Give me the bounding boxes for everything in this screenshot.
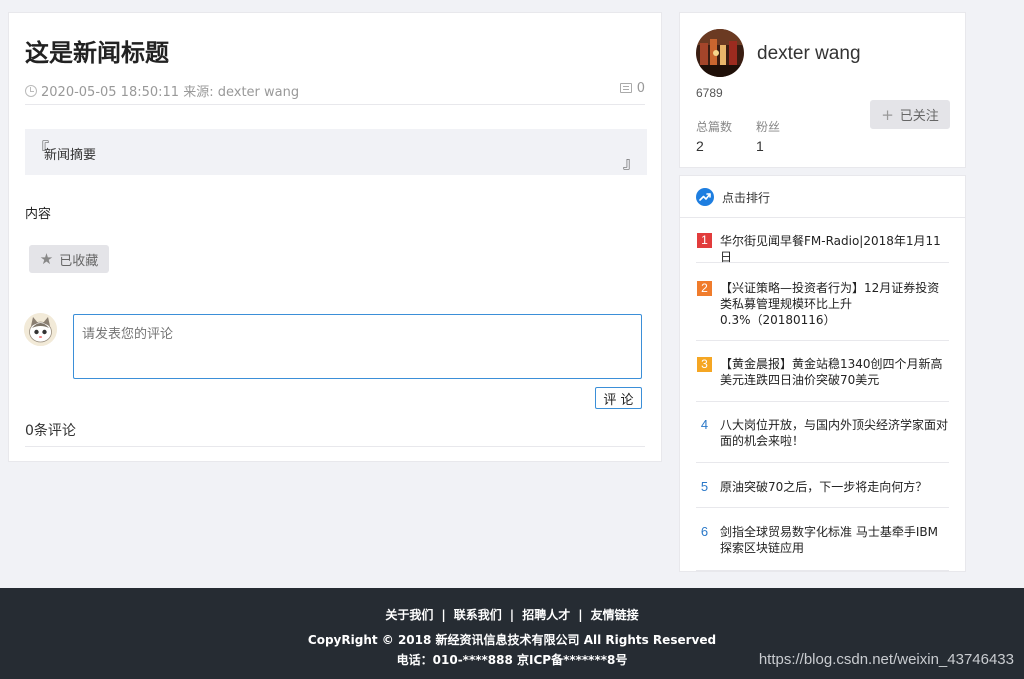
- footer-link-friends[interactable]: 友情链接: [591, 608, 639, 622]
- ranking-title: 点击排行: [722, 191, 771, 205]
- footer-copyright: CopyRight © 2018 新经资讯信息技术有限公司 All Rights…: [307, 633, 717, 647]
- rank-badge: 2: [697, 281, 712, 296]
- article-meta: 2020-05-05 18:50:11 来源: dexter wang 0: [25, 81, 645, 105]
- author-avatar[interactable]: [696, 29, 744, 77]
- article-card: 这是新闻标题 2020-05-05 18:50:11 来源: dexter wa…: [8, 12, 662, 462]
- footer-link-jobs[interactable]: 招聘人才: [522, 608, 570, 622]
- posts-label: 总篇数: [696, 120, 733, 134]
- rank-number: 6: [700, 524, 709, 539]
- footer-separator: |: [578, 608, 583, 622]
- rank-title[interactable]: 原油突破70之后，下一步将走向何方？: [720, 479, 949, 495]
- trend-icon: [696, 188, 714, 206]
- ranking-item[interactable]: 3 【黄金晨报】黄金站稳1340创四个月新高 美元连跌四日油价突破70美元: [696, 341, 949, 402]
- posts-value: 2: [696, 138, 704, 154]
- rank-title[interactable]: 【黄金晨报】黄金站稳1340创四个月新高 美元连跌四日油价突破70美元: [720, 356, 949, 388]
- news-title: 这是新闻标题: [25, 39, 169, 67]
- ranking-item[interactable]: 1 华尔街见闻早餐FM-Radio|2018年1月11日: [696, 218, 949, 265]
- author-name[interactable]: dexter wang: [757, 43, 861, 65]
- collect-button[interactable]: ★ 已收藏: [29, 245, 109, 273]
- ranking-list: 1 华尔街见闻早餐FM-Radio|2018年1月11日 2 【兴证策略—投资者…: [696, 218, 949, 571]
- article-datetime: 2020-05-05 18:50:11: [41, 85, 180, 100]
- author-card: dexter wang 6789 总篇数 2 粉丝 1 + 已关注: [679, 12, 966, 168]
- fans-stat: 粉丝 1: [756, 118, 780, 154]
- comment-icon: [619, 83, 632, 93]
- star-icon: ★: [39, 250, 54, 268]
- rank-number: 5: [700, 479, 709, 494]
- comment-count-value: 0: [636, 81, 645, 96]
- comment-input[interactable]: [73, 314, 642, 379]
- user-avatar: [24, 313, 57, 346]
- site-footer: 关于我们 | 联系我们 | 招聘人才 | 友情链接 CopyRight © 2018 新经资…: [0, 588, 1024, 679]
- follow-button[interactable]: + 已关注: [870, 100, 950, 129]
- ranking-item[interactable]: 5 原油突破70之后，下一步将走向何方？: [696, 463, 949, 508]
- fans-value: 1: [756, 138, 764, 154]
- submit-comment-button[interactable]: 评 论: [595, 387, 642, 409]
- rank-title[interactable]: 剑指全球贸易数字化标准 马士基牵手IBM探索区块链应用: [720, 524, 949, 556]
- news-summary: 『 新闻摘要 』: [25, 129, 647, 175]
- ranking-item[interactable]: 4 八大岗位开放，与国内外顶尖经济学家面对面的机会来啦！: [696, 402, 949, 463]
- ranking-item[interactable]: 2 【兴证策略—投资者行为】12月证券投资类私募管理规模环比上升0.3%（201…: [696, 263, 949, 341]
- clock-icon: [25, 85, 37, 97]
- fans-label: 粉丝: [756, 120, 781, 134]
- rank-badge: 1: [697, 233, 712, 248]
- article-source: 来源: dexter wang: [183, 85, 300, 100]
- comment-total: 0条评论: [25, 420, 645, 447]
- article-content: 内容: [25, 207, 52, 222]
- footer-separator: |: [509, 608, 515, 622]
- footer-links: 关于我们 | 联系我们 | 招聘人才 | 友情链接: [0, 606, 1024, 623]
- rank-title[interactable]: 八大岗位开放，与国内外顶尖经济学家面对面的机会来啦！: [720, 417, 949, 449]
- rank-badge: 3: [697, 357, 712, 372]
- rank-title[interactable]: 华尔街见闻早餐FM-Radio|2018年1月11日: [720, 233, 949, 265]
- comment-count[interactable]: 0: [619, 81, 645, 96]
- collect-label: 已收藏: [59, 253, 99, 269]
- rank-title[interactable]: 【兴证策略—投资者行为】12月证券投资类私募管理规模环比上升0.3%（20180…: [720, 280, 949, 328]
- quote-close: 』: [622, 153, 639, 172]
- ranking-card: 点击排行 1 华尔街见闻早餐FM-Radio|2018年1月11日 2 【兴证策…: [679, 175, 966, 572]
- footer-link-about[interactable]: 关于我们: [385, 608, 433, 622]
- watermark-text: https://blog.csdn.net/weixin_43746433: [758, 651, 1014, 668]
- posts-stat: 总篇数 2: [696, 118, 732, 154]
- summary-text: 新闻摘要: [44, 148, 97, 163]
- plus-icon: +: [881, 105, 894, 124]
- ranking-header: 点击排行: [680, 176, 965, 218]
- footer-separator: |: [441, 608, 446, 622]
- follow-label: 已关注: [899, 109, 939, 124]
- footer-link-contact[interactable]: 联系我们: [454, 608, 502, 622]
- author-id: 6789: [696, 86, 723, 100]
- ranking-item[interactable]: 6 剑指全球贸易数字化标准 马士基牵手IBM探索区块链应用: [696, 508, 949, 571]
- rank-number: 4: [700, 417, 709, 432]
